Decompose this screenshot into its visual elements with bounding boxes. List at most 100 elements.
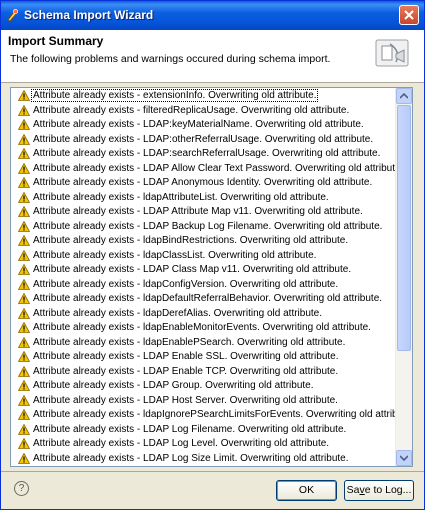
warning-icon xyxy=(18,307,30,319)
warning-icon xyxy=(18,438,30,449)
list-item[interactable]: Attribute already exists - LDAP Enable T… xyxy=(11,364,397,379)
list-item-text: Attribute already exists - LDAP Log File… xyxy=(33,423,347,435)
list-item[interactable]: Attribute already exists - ldapClassList… xyxy=(11,248,397,263)
warning-icon xyxy=(18,278,30,290)
list-item-text: Attribute already exists - LDAP:keyMater… xyxy=(33,119,364,130)
list-item-text: Attribute already exists - ldapAttribute… xyxy=(33,191,329,203)
warning-icon xyxy=(18,104,30,116)
save-button-label-end: e to Log... xyxy=(364,484,412,496)
list-item[interactable]: Attribute already exists - LDAP Group. O… xyxy=(11,378,397,393)
list-item[interactable]: Attribute already exists - LDAP:otherRef… xyxy=(11,132,397,147)
page-title: Import Summary xyxy=(8,34,104,48)
list-item[interactable]: Attribute already exists - ldapEnablePSe… xyxy=(11,335,397,350)
page-description: The following problems and warnings occu… xyxy=(10,53,331,65)
save-to-log-button[interactable]: Save to Log... xyxy=(344,480,414,501)
list-item[interactable]: Attribute already exists - LDAP Host Ser… xyxy=(11,393,397,408)
warning-icon xyxy=(18,90,30,101)
list-item-text: Attribute already exists - LDAP Backup L… xyxy=(33,220,383,232)
chevron-up-icon xyxy=(400,93,408,99)
wizard-app-icon xyxy=(7,8,19,22)
warning-icon xyxy=(18,177,30,188)
list-item-text: Attribute already exists - LDAP Anonymou… xyxy=(33,177,373,188)
list-item[interactable]: Attribute already exists - filteredRepli… xyxy=(11,103,397,118)
warning-icon xyxy=(18,380,30,391)
warning-icon xyxy=(18,249,30,261)
list-item-text: Attribute already exists - LDAP Enable S… xyxy=(33,351,339,362)
list-item-text: Attribute already exists - LDAP Host Ser… xyxy=(33,394,338,406)
save-button-label-start: Sa xyxy=(346,484,360,496)
list-item-text: Attribute already exists - LDAP Enable T… xyxy=(33,365,339,377)
warning-icon xyxy=(18,148,30,159)
list-item-text: Attribute already exists - ldapClassList… xyxy=(33,249,317,261)
list-item-text: Attribute already exists - LDAP Log Leve… xyxy=(33,438,330,449)
list-item-text: Attribute already exists - ldapEnablePSe… xyxy=(33,336,346,348)
list-item[interactable]: Attribute already exists - ldapConfigVer… xyxy=(11,277,397,292)
warning-icon xyxy=(18,365,30,377)
warning-icon xyxy=(18,336,30,348)
list-item-text: Attribute already exists - ldapConfigVer… xyxy=(33,278,339,290)
warning-icon xyxy=(18,162,30,174)
scroll-thumb[interactable] xyxy=(397,105,411,351)
warning-icon xyxy=(18,394,30,406)
list-item-text: Attribute already exists - LDAP Group. O… xyxy=(33,380,314,391)
list-item[interactable]: Attribute already exists - ldapDerefAlia… xyxy=(11,306,397,321)
title-bar[interactable]: Schema Import Wizard xyxy=(1,1,424,30)
list-item[interactable]: Attribute already exists - ldapIgnorePSe… xyxy=(11,407,412,422)
list-item[interactable]: Attribute already exists - LDAP Attribut… xyxy=(11,204,397,219)
list-item[interactable]: Attribute already exists - LDAP Log Size… xyxy=(11,451,397,466)
wizard-header: Import Summary The following problems an… xyxy=(1,30,424,83)
footer-divider xyxy=(1,471,424,472)
scroll-down-button[interactable] xyxy=(396,450,412,466)
list-item[interactable]: Attribute already exists - LDAP Anonymou… xyxy=(11,175,397,190)
list-item[interactable]: Attribute already exists - ldapDefaultRe… xyxy=(11,291,397,306)
vertical-scrollbar[interactable] xyxy=(395,88,412,466)
help-icon[interactable]: ? xyxy=(14,481,29,496)
close-icon xyxy=(404,10,414,20)
warning-icon xyxy=(18,452,30,464)
close-button[interactable] xyxy=(399,5,419,25)
warning-icon xyxy=(18,409,30,420)
list-item[interactable]: Attribute already exists - LDAP Enable S… xyxy=(11,349,397,364)
list-item-text: Attribute already exists - LDAP:otherRef… xyxy=(33,133,374,145)
list-item[interactable]: Attribute already exists - LDAP Class Ma… xyxy=(11,262,397,277)
wizard-window: Schema Import Wizard Import Summary The … xyxy=(0,0,425,510)
list-item[interactable]: Attribute already exists - ldapBindRestr… xyxy=(11,233,397,248)
list-item-text: Attribute already exists - filteredRepli… xyxy=(33,104,350,116)
list-item[interactable]: Attribute already exists - LDAP:searchRe… xyxy=(11,146,397,161)
list-item[interactable]: Attribute already exists - LDAP:keyMater… xyxy=(11,117,397,132)
list-item[interactable]: Attribute already exists - LDAP Log File… xyxy=(11,422,397,437)
list-item-text: Attribute already exists - ldapIgnorePSe… xyxy=(33,409,413,420)
warnings-list[interactable]: Attribute already exists - extensionInfo… xyxy=(10,87,413,467)
warning-icon xyxy=(18,293,30,304)
scroll-up-button[interactable] xyxy=(396,88,412,104)
list-item-text: Attribute already exists - ldapDefaultRe… xyxy=(33,293,383,304)
list-item[interactable]: Attribute already exists - extensionInfo… xyxy=(11,88,397,103)
list-item-text: Attribute already exists - ldapDerefAlia… xyxy=(33,307,323,319)
warning-icon xyxy=(18,264,30,275)
list-item[interactable]: Attribute already exists - LDAP Allow Cl… xyxy=(11,161,403,176)
list-item[interactable]: Attribute already exists - ldapAttribute… xyxy=(11,190,397,205)
list-item-text: Attribute already exists - LDAP Class Ma… xyxy=(33,264,352,275)
warning-icon xyxy=(18,119,30,130)
warning-icon xyxy=(18,133,30,145)
warning-icon xyxy=(18,322,30,333)
warnings-rows: Attribute already exists - extensionInfo… xyxy=(11,88,412,466)
window-title: Schema Import Wizard xyxy=(24,8,154,22)
warning-icon xyxy=(18,206,30,217)
list-item-text: Attribute already exists - ldapEnableMon… xyxy=(33,322,371,333)
ok-button[interactable]: OK xyxy=(276,480,337,501)
list-item-text: Attribute already exists - LDAP Allow Cl… xyxy=(33,162,404,174)
list-item-text: Attribute already exists - LDAP Log Size… xyxy=(33,452,349,464)
schema-import-icon xyxy=(375,39,409,67)
warning-icon xyxy=(18,351,30,362)
warning-icon xyxy=(18,191,30,203)
chevron-down-icon xyxy=(400,455,408,461)
list-item-text: Attribute already exists - ldapBindRestr… xyxy=(33,235,349,246)
list-item[interactable]: Attribute already exists - LDAP Backup L… xyxy=(11,219,397,234)
list-item[interactable]: Attribute already exists - ldapEnableMon… xyxy=(11,320,397,335)
list-item-text: Attribute already exists - extensionInfo… xyxy=(30,89,319,102)
list-item-text: Attribute already exists - LDAP Attribut… xyxy=(33,206,363,217)
list-item[interactable]: Attribute already exists - LDAP Log Leve… xyxy=(11,436,397,451)
warning-icon xyxy=(18,235,30,246)
warning-icon xyxy=(18,220,30,232)
